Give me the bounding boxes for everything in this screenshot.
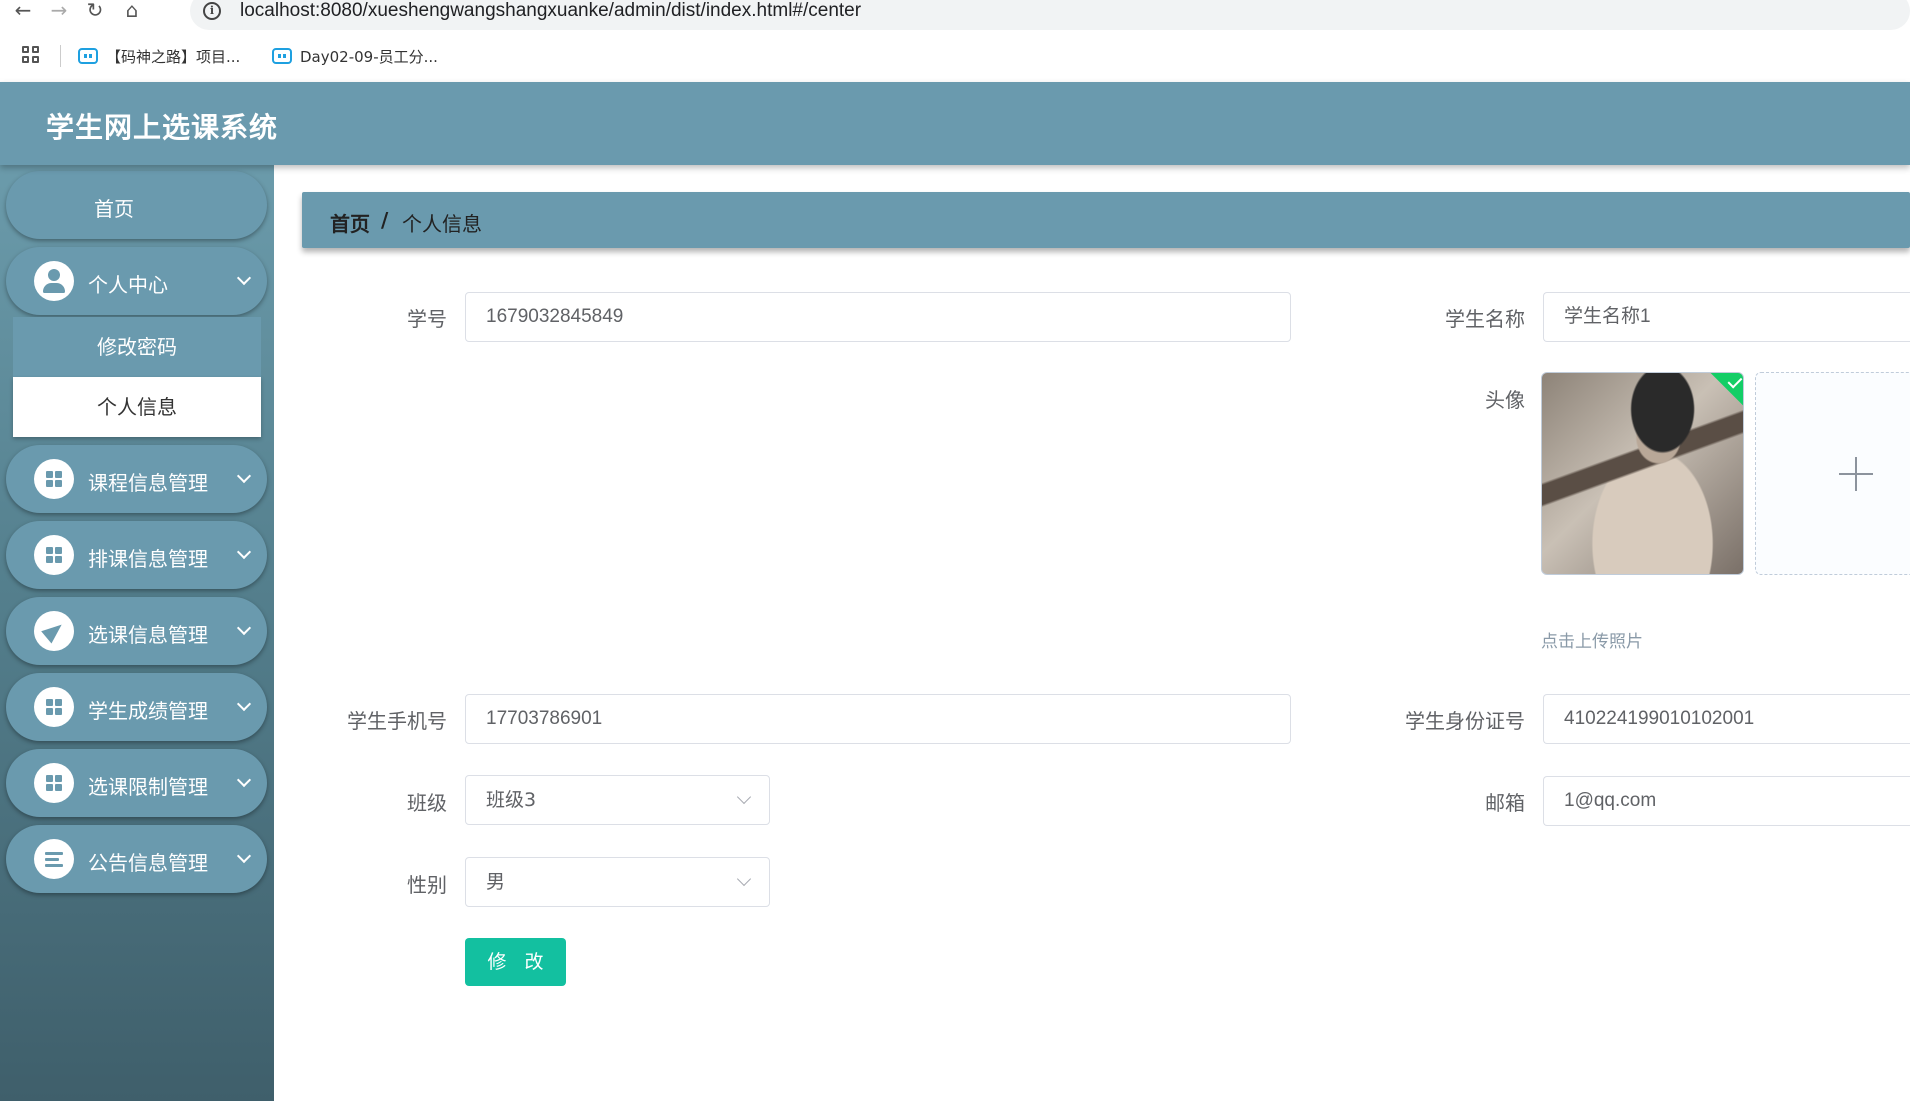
check-icon xyxy=(1709,373,1743,407)
bookmark-label: 【码神之路】项目... xyxy=(106,47,241,66)
avatar-image[interactable] xyxy=(1541,372,1744,575)
chevron-down-icon xyxy=(236,620,252,636)
sidebar-item-label: 排课信息管理 xyxy=(88,547,208,571)
sidebar-item-selection-info[interactable]: 选课信息管理 xyxy=(6,597,267,665)
bookmark-item[interactable]: Day02-09-员工分... xyxy=(272,44,438,68)
grid-icon xyxy=(34,535,74,575)
url-text[interactable]: localhost:8080/xueshengwangshangxuanke/a… xyxy=(240,0,861,22)
phone-input[interactable]: 17703786901 xyxy=(465,694,1291,744)
sidebar-item-label: 首页 xyxy=(94,197,134,221)
email-input[interactable]: 1@qq.com xyxy=(1543,776,1910,826)
grid-icon xyxy=(34,687,74,727)
student-name-label: 学生名称 xyxy=(1445,307,1525,331)
gender-select[interactable]: 男 xyxy=(465,857,770,907)
upload-tip: 点击上传照片 xyxy=(1541,632,1643,652)
list-icon xyxy=(34,839,74,879)
grid-icon xyxy=(34,763,74,803)
sidebar-item-label: 选课信息管理 xyxy=(88,623,208,647)
sidebar-item-home[interactable]: 首页 xyxy=(6,171,267,239)
class-select[interactable]: 班级3 xyxy=(465,775,770,825)
home-icon[interactable]: ⌂ xyxy=(117,0,147,22)
submenu-item-personal-info[interactable]: 个人信息 xyxy=(13,377,261,437)
phone-label: 学生手机号 xyxy=(347,709,447,733)
sidebar-item-selection-limit[interactable]: 选课限制管理 xyxy=(6,749,267,817)
upload-button[interactable] xyxy=(1755,372,1910,575)
sidebar-item-personal-center[interactable]: 个人中心 xyxy=(6,247,267,315)
bookmark-item[interactable]: 【码神之路】项目... xyxy=(78,44,240,68)
submit-button[interactable]: 修 改 xyxy=(465,938,566,986)
sidebar-item-label: 课程信息管理 xyxy=(88,471,208,495)
student-no-label: 学号 xyxy=(407,307,447,331)
sidebar-item-label: 个人中心 xyxy=(88,273,168,297)
sidebar-item-announcements[interactable]: 公告信息管理 xyxy=(6,825,267,893)
app-header: 学生网上选课系统 xyxy=(0,82,1910,165)
avatar-label: 头像 xyxy=(1485,388,1525,412)
site-info-icon[interactable]: i xyxy=(203,2,221,20)
student-no-input[interactable]: 1679032845849 xyxy=(465,292,1291,342)
breadcrumb-current: 个人信息 xyxy=(402,212,482,236)
class-select-value: 班级3 xyxy=(486,789,537,811)
student-name-input[interactable]: 学生名称1 xyxy=(1543,292,1910,342)
chevron-down-icon xyxy=(236,544,252,560)
reload-icon[interactable]: ↻ xyxy=(80,0,110,22)
breadcrumb-separator: / xyxy=(381,208,389,232)
sidebar-item-label: 选课限制管理 xyxy=(88,775,208,799)
apps-icon[interactable] xyxy=(22,46,40,64)
class-label: 班级 xyxy=(407,791,447,815)
app-title: 学生网上选课系统 xyxy=(46,111,279,144)
forward-icon[interactable]: → xyxy=(44,0,74,22)
bilibili-icon xyxy=(272,48,292,64)
sidebar-item-label: 学生成绩管理 xyxy=(88,699,208,723)
sidebar-item-schedule-info[interactable]: 排课信息管理 xyxy=(6,521,267,589)
user-icon xyxy=(34,261,74,301)
address-bar[interactable]: i localhost:8080/xueshengwangshangxuanke… xyxy=(190,0,1910,30)
bookmark-label: Day02-09-员工分... xyxy=(300,47,438,66)
submenu-personal-center: 修改密码 个人信息 xyxy=(13,317,261,437)
email-label: 邮箱 xyxy=(1485,791,1525,815)
gender-select-value: 男 xyxy=(486,871,506,893)
bookmarks-divider xyxy=(60,45,61,67)
id-card-input[interactable]: 410224199010102001 xyxy=(1543,694,1910,744)
sidebar-item-grades[interactable]: 学生成绩管理 xyxy=(6,673,267,741)
back-icon[interactable]: ← xyxy=(8,0,38,22)
id-card-label: 学生身份证号 xyxy=(1405,709,1525,733)
chevron-down-icon xyxy=(236,772,252,788)
chevron-down-icon xyxy=(236,848,252,864)
chevron-down-icon xyxy=(236,696,252,712)
bookmarks-bar: 【码神之路】项目... Day02-09-员工分... xyxy=(0,36,1910,76)
chevron-down-icon xyxy=(736,871,752,887)
breadcrumb-home[interactable]: 首页 xyxy=(330,208,370,237)
bilibili-icon xyxy=(78,48,98,64)
browser-toolbar: ← → ↻ ⌂ i localhost:8080/xueshengwangsha… xyxy=(0,0,1910,30)
submenu-item-change-password[interactable]: 修改密码 xyxy=(13,317,261,377)
grid-icon xyxy=(34,459,74,499)
plus-icon xyxy=(1839,457,1873,491)
send-icon xyxy=(34,611,74,651)
gender-label: 性别 xyxy=(407,873,447,897)
breadcrumb: 首页 / 个人信息 xyxy=(302,192,1910,248)
sidebar-item-label: 公告信息管理 xyxy=(88,851,208,875)
chevron-down-icon xyxy=(236,468,252,484)
chevron-down-icon xyxy=(736,789,752,805)
sidebar-item-course-info[interactable]: 课程信息管理 xyxy=(6,445,267,513)
chevron-down-icon xyxy=(236,270,252,286)
